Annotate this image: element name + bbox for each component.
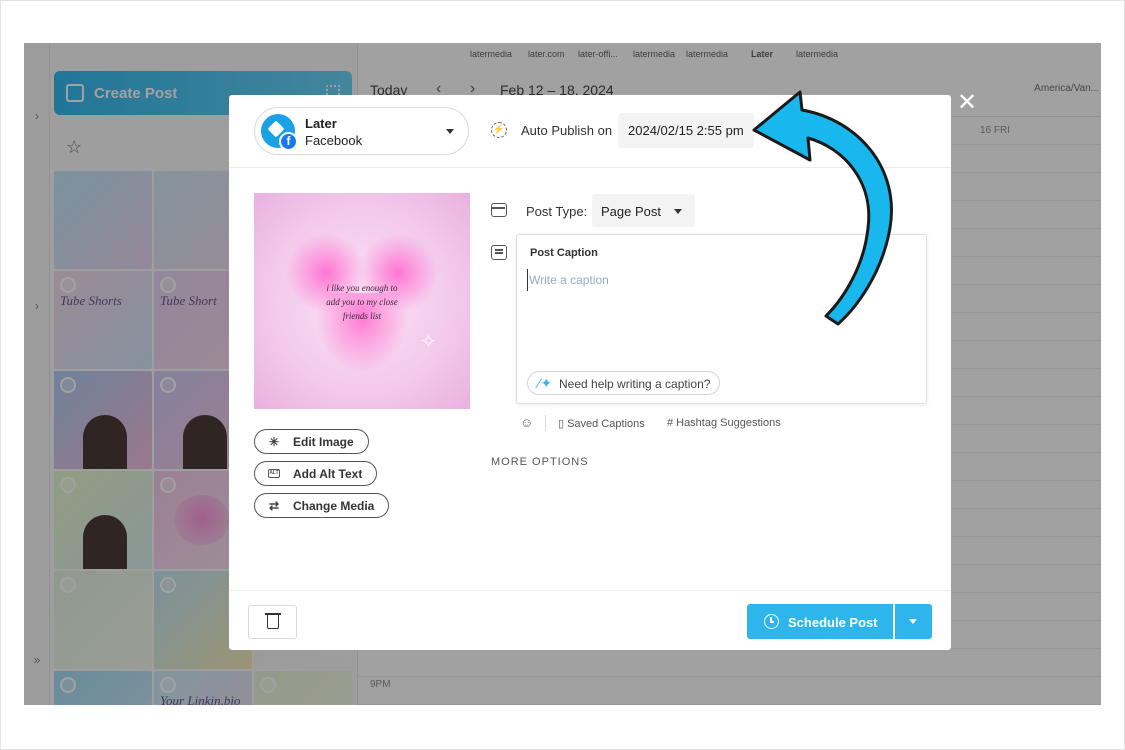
change-media-button[interactable]: ⇄ Change Media [254,493,390,518]
saved-captions-button[interactable]: ▯ Saved Captions [558,417,645,430]
add-alt-text-label: Add Alt Text [293,467,363,481]
swap-arrows-icon: ⇄ [269,499,280,513]
account-selector[interactable]: f Later Facebook [254,107,469,155]
trash-icon [267,615,279,629]
sparkle-icon: ✧ [420,331,437,353]
alt-text-icon: ALT [268,469,280,478]
caret-down-icon [446,129,454,134]
media-text: i like you enough to add you to my close… [326,283,398,321]
delete-button[interactable] [248,605,297,639]
schedule-post-label: Schedule Post [788,615,878,630]
caret-down-icon [674,209,682,214]
post-type-label: Post Type: [526,204,588,219]
add-alt-text-button[interactable]: ALT Add Alt Text [254,461,378,486]
document-icon: ▯ [558,418,565,430]
schedule-options-dropdown[interactable] [895,604,932,639]
caption-icon [491,245,507,260]
account-name: Later [305,116,337,131]
clock-icon [764,614,779,629]
publish-datetime-field[interactable]: 2024/02/15 2:55 pm [618,113,754,148]
edit-image-button[interactable]: ✳ Edit Image [254,429,369,454]
caption-help-label: Need help writing a caption? [559,377,711,391]
saved-captions-label: Saved Captions [567,418,645,430]
magic-wand-icon: ✳ [269,435,280,449]
auto-publish-label: Auto Publish on [521,123,613,138]
modal-footer: Schedule Post [229,590,951,650]
hashtag-suggestions-label: Hashtag Suggestions [676,417,781,429]
media-preview: i like you enough to add you to my close… [254,193,470,409]
caption-title: Post Caption [530,247,598,259]
facebook-icon: f [279,132,298,151]
change-media-label: Change Media [293,499,375,513]
caption-help-button[interactable]: ⁄✦ Need help writing a caption? [527,371,721,395]
hashtag-suggestions-button[interactable]: # Hashtag Suggestions [667,417,781,429]
post-type-select[interactable]: Page Post [592,194,695,227]
more-options-toggle[interactable]: MORE OPTIONS [491,456,589,468]
annotation-arrow [752,90,893,326]
hashtag-icon: # [667,417,674,429]
annotation-arrow-shape [752,90,893,326]
schedule-post-button[interactable]: Schedule Post [747,604,893,639]
post-type-icon [491,203,507,217]
close-icon[interactable]: ✕ [956,91,978,115]
magic-wand-icon: ⁄✦ [538,375,553,391]
emoji-icon[interactable]: ☺ [520,415,533,430]
post-type-value: Page Post [601,204,661,219]
divider [545,415,546,431]
auto-publish-icon: ⚡ [491,122,507,138]
edit-image-label: Edit Image [293,435,354,449]
account-network: Facebook [305,133,363,148]
